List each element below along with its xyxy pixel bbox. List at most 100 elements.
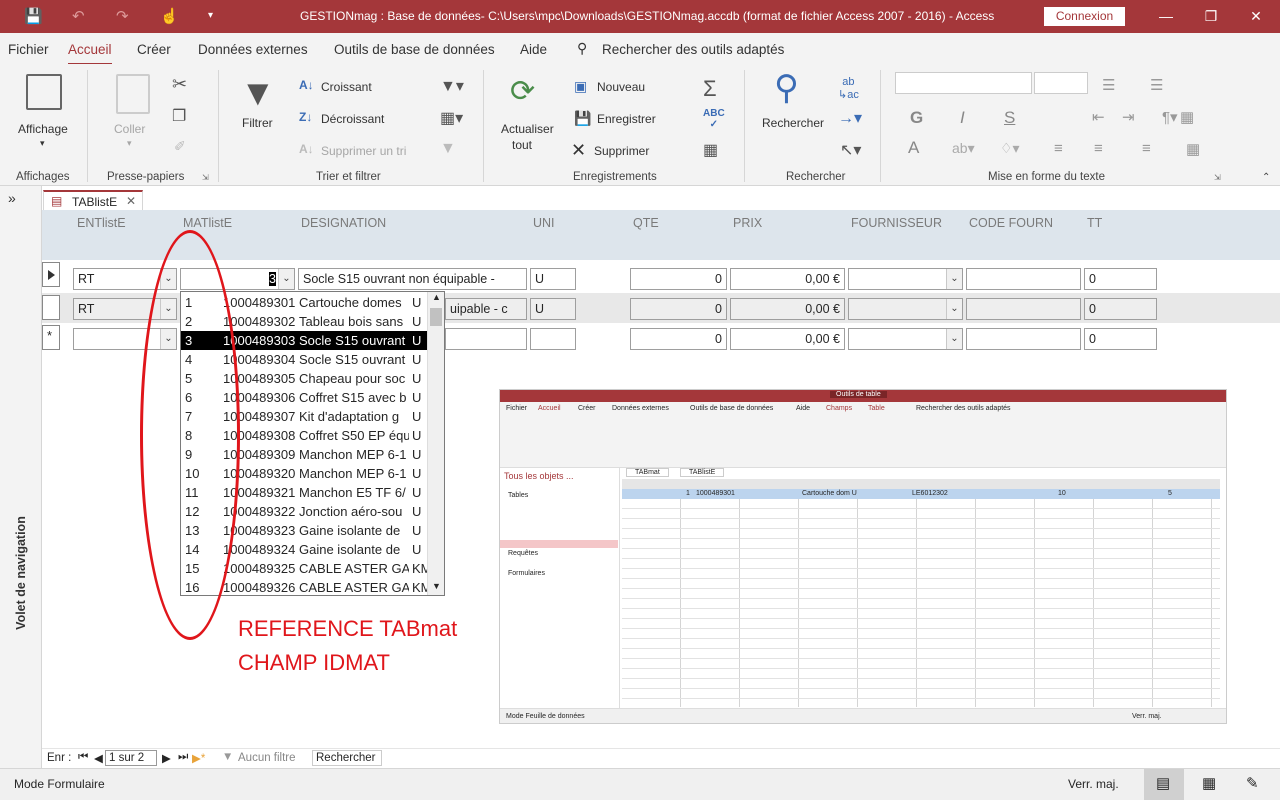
- underline-button[interactable]: S: [1004, 108, 1015, 128]
- qte-field[interactable]: 0: [630, 298, 727, 320]
- font-size-select[interactable]: [1034, 72, 1088, 94]
- format-painter-icon[interactable]: ✐: [174, 138, 186, 155]
- cut-icon[interactable]: ✂: [172, 74, 187, 95]
- fournisseur-combo[interactable]: ⌄: [848, 328, 963, 350]
- align-left-icon[interactable]: ≡: [1054, 140, 1063, 157]
- chevron-down-icon[interactable]: ⌄: [946, 329, 962, 349]
- nouveau-button[interactable]: Nouveau: [597, 80, 645, 94]
- indent-icon[interactable]: ⇥: [1122, 108, 1135, 126]
- chevron-down-icon[interactable]: ⌄: [278, 269, 294, 289]
- expand-nav-icon[interactable]: »: [8, 190, 16, 206]
- replace-icon[interactable]: ab ↳ac: [838, 76, 859, 101]
- record-selector-current[interactable]: [42, 262, 60, 287]
- launcher-icon[interactable]: ⇲: [202, 173, 209, 182]
- menu-outils-bdd[interactable]: Outils de base de données: [334, 42, 495, 57]
- touch-mode-icon[interactable]: ☝: [160, 7, 179, 25]
- find-icon[interactable]: ⚲: [774, 68, 799, 108]
- filter-icon[interactable]: ▼: [240, 72, 276, 114]
- supprimer-button[interactable]: Supprimer: [594, 144, 649, 158]
- launcher-icon[interactable]: ⇲: [1214, 173, 1221, 182]
- save-icon[interactable]: 💾: [24, 7, 43, 25]
- fournisseur-combo[interactable]: ⌄: [848, 268, 963, 290]
- new-record-nav-icon[interactable]: ▶*: [192, 751, 205, 765]
- filtrer-button[interactable]: Filtrer: [242, 116, 273, 130]
- font-color-button[interactable]: A: [908, 138, 919, 158]
- selection-filter-icon[interactable]: ▼▾: [440, 76, 464, 96]
- close-tab-icon[interactable]: ✕: [126, 194, 136, 208]
- design-view-icon[interactable]: ✎: [1246, 774, 1259, 792]
- font-name-select[interactable]: [895, 72, 1032, 94]
- align-center-icon[interactable]: ≡: [1094, 140, 1103, 157]
- record-position-input[interactable]: 1 sur 2: [105, 750, 157, 766]
- undo-icon[interactable]: ↶: [72, 7, 85, 25]
- italic-button[interactable]: I: [960, 108, 965, 128]
- highlight-icon[interactable]: ab▾: [952, 140, 975, 157]
- enregistrer-button[interactable]: Enregistrer: [597, 112, 656, 126]
- scroll-up-icon[interactable]: ▲: [432, 292, 441, 302]
- fill-color-icon[interactable]: ♢▾: [1000, 140, 1020, 157]
- search-tools-input[interactable]: Rechercher des outils adaptés: [602, 42, 784, 57]
- collapse-ribbon-icon[interactable]: ⌃: [1262, 172, 1270, 183]
- menu-donnees-externes[interactable]: Données externes: [198, 42, 308, 57]
- select-icon[interactable]: ↖▾: [840, 140, 861, 160]
- menu-accueil[interactable]: Accueil: [68, 42, 112, 65]
- prix-field[interactable]: 0,00 €: [730, 298, 845, 320]
- new-record-selector[interactable]: *: [42, 325, 60, 350]
- first-record-icon[interactable]: ⏮: [78, 751, 88, 764]
- tt-field[interactable]: 0: [1084, 268, 1157, 290]
- redo-icon[interactable]: ↷: [116, 7, 129, 25]
- code-fourn-field[interactable]: [966, 268, 1081, 290]
- bullets-icon[interactable]: ☰: [1102, 76, 1115, 94]
- prix-field[interactable]: 0,00 €: [730, 328, 845, 350]
- code-fourn-field[interactable]: [966, 298, 1081, 320]
- designation-field[interactable]: uipable - c: [445, 298, 527, 320]
- nav-search-input[interactable]: Rechercher: [312, 750, 382, 766]
- copy-icon[interactable]: ❐: [172, 106, 186, 126]
- croissant-button[interactable]: Croissant: [321, 80, 372, 94]
- scroll-down-icon[interactable]: ▼: [432, 581, 441, 591]
- fournisseur-combo[interactable]: ⌄: [848, 298, 963, 320]
- record-selector[interactable]: [42, 295, 60, 320]
- datasheet-view-icon[interactable]: ▦: [1202, 774, 1216, 792]
- actualiser-button[interactable]: Actualiser: [501, 122, 554, 136]
- chevron-down-icon[interactable]: ⌄: [946, 269, 962, 289]
- prev-record-icon[interactable]: ◀: [94, 751, 103, 765]
- bold-button[interactable]: G: [910, 108, 923, 128]
- supprimer-tri-button[interactable]: Supprimer un tri: [321, 144, 406, 158]
- menu-aide[interactable]: Aide: [520, 42, 547, 57]
- dropdown-scrollbar[interactable]: ▲ ▼: [427, 292, 444, 595]
- designation-field[interactable]: Socle S15 ouvrant non équipable -: [298, 268, 527, 290]
- totals-icon[interactable]: Σ: [703, 76, 717, 102]
- scroll-thumb[interactable]: [430, 308, 442, 326]
- close-icon[interactable]: ✕: [1241, 6, 1271, 26]
- tt-field[interactable]: 0: [1084, 328, 1157, 350]
- qte-field[interactable]: 0: [630, 268, 727, 290]
- menu-fichier[interactable]: Fichier: [8, 42, 49, 57]
- decroissant-button[interactable]: Décroissant: [321, 112, 384, 126]
- customize-qat-icon[interactable]: ▾: [208, 10, 213, 21]
- menu-creer[interactable]: Créer: [137, 42, 171, 57]
- tt-field[interactable]: 0: [1084, 298, 1157, 320]
- last-record-icon[interactable]: ⏭: [178, 751, 188, 764]
- chevron-down-icon[interactable]: ⌄: [946, 299, 962, 319]
- outdent-icon[interactable]: ⇤: [1092, 108, 1105, 126]
- code-fourn-field[interactable]: [966, 328, 1081, 350]
- uni-field[interactable]: U: [530, 268, 576, 290]
- rechercher-button[interactable]: Rechercher: [762, 116, 824, 130]
- form-view-button[interactable]: ▤: [1144, 769, 1184, 800]
- filter-status[interactable]: Aucun filtre: [238, 752, 296, 764]
- goto-icon[interactable]: →▾: [838, 108, 862, 128]
- designation-field[interactable]: [445, 328, 527, 350]
- affichage-button[interactable]: Affichage: [18, 122, 68, 136]
- advanced-filter-icon[interactable]: ▦▾: [440, 108, 463, 128]
- qte-field[interactable]: 0: [630, 328, 727, 350]
- tab-tablist[interactable]: ▤ TABlistE ✕: [43, 190, 143, 212]
- view-icon[interactable]: [26, 74, 62, 110]
- next-record-icon[interactable]: ▶: [162, 751, 171, 765]
- minimize-icon[interactable]: —: [1151, 6, 1181, 26]
- more-icon[interactable]: ▦: [703, 140, 718, 160]
- restore-icon[interactable]: ❐: [1196, 6, 1226, 26]
- uni-field[interactable]: U: [530, 298, 576, 320]
- connexion-button[interactable]: Connexion: [1044, 7, 1125, 26]
- refresh-icon[interactable]: ⟳: [510, 74, 535, 109]
